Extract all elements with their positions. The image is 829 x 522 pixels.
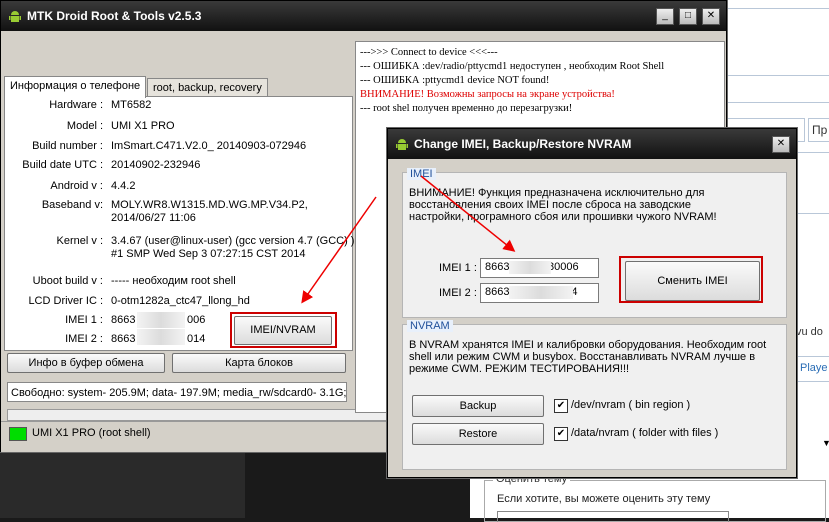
imei1-input-start: 8663: [485, 261, 510, 273]
imei2-label: IMEI 2 :: [439, 287, 477, 299]
rate-topic-group: Оценить тему Если хотите, вы можете оцен…: [484, 473, 826, 522]
value-imei1-end: 006: [187, 314, 206, 326]
bg-button-label: Пр: [812, 123, 828, 137]
value-imei1-start: 8663: [111, 314, 136, 326]
data-nvram-label: /data/nvram ( folder with files ): [571, 427, 719, 439]
free-space-field: Свободно: system- 205.9M; data- 197.9M; …: [7, 382, 347, 402]
value-model: UMI X1 PRO: [111, 120, 175, 132]
value-build-date: 20140902-232946: [111, 159, 201, 171]
bg-frame-top: [725, 0, 829, 9]
change-imei-dialog: Change IMEI, Backup/Restore NVRAM ✕ IMEI…: [387, 128, 797, 478]
imei-warning-text: ВНИМАНИЕ! Функция предназначена исключит…: [409, 187, 717, 223]
status-indicator: [9, 427, 27, 441]
log-line: --- ОШИБКА :dev/radio/pttycmd1 недоступе…: [360, 61, 665, 72]
imei2-input-redaction: [509, 286, 573, 299]
minimize-button[interactable]: _: [656, 8, 674, 25]
log-line: --->>> Connect to device <<<---: [360, 47, 498, 58]
imei2-redaction: [137, 329, 185, 345]
android-icon: [9, 11, 21, 22]
highlight-change-imei: [619, 256, 763, 303]
value-baseband-2: 2014/06/27 11:06: [111, 212, 196, 224]
bg-link: Playe: [800, 362, 828, 374]
label-hardware: Hardware :: [49, 99, 103, 111]
highlight-imei-nvram: [230, 312, 337, 348]
value-kernel-1: 3.4.67 (user@linux-user) (gcc version 4.…: [111, 235, 355, 247]
label-imei1: IMEI 1 :: [65, 314, 103, 326]
bg-button[interactable]: Пр: [808, 118, 829, 142]
data-nvram-checkbox[interactable]: ✔: [554, 427, 568, 441]
rate-select[interactable]: [497, 511, 729, 522]
value-imei2-start: 8663: [111, 333, 136, 345]
dialog-title-bar[interactable]: Change IMEI, Backup/Restore NVRAM ✕: [388, 129, 796, 159]
value-android: 4.4.2: [111, 180, 136, 192]
value-kernel-2: #1 SMP Wed Sep 3 07:27:15 CST 2014: [111, 248, 306, 260]
tab-root-backup-recovery[interactable]: root, backup, recovery: [147, 78, 268, 98]
close-button[interactable]: ✕: [702, 8, 720, 25]
maximize-button[interactable]: □: [679, 8, 697, 25]
imei1-label: IMEI 1 :: [439, 262, 477, 274]
label-model: Model :: [66, 120, 103, 132]
imei2-input-start: 8663: [485, 286, 510, 298]
dev-nvram-checkbox[interactable]: ✔: [554, 399, 568, 413]
log-line: --- ОШИБКА :pttycmd1 device NOT found!: [360, 75, 550, 86]
main-title-bar[interactable]: MTK Droid Root & Tools v2.5.3 _ □ ✕: [1, 1, 726, 31]
tab-phone-info[interactable]: Информация о телефоне: [4, 76, 147, 98]
label-imei2: IMEI 2 :: [65, 333, 103, 345]
label-build-number: Build number :: [32, 140, 103, 152]
main-window-title: MTK Droid Root & Tools v2.5.3: [27, 9, 202, 23]
restore-button[interactable]: Restore: [412, 423, 544, 445]
bg-panel: [795, 152, 829, 214]
nvram-info-text: В NVRAM хранятся IMEI и калибровки обору…: [409, 339, 767, 375]
bg-input-box: [725, 75, 829, 103]
value-build-number: ImSmart.C471.V2.0_ 20140903-072946: [111, 140, 307, 152]
dialog-close-button[interactable]: ✕: [772, 136, 790, 153]
dev-nvram-label: /dev/nvram ( bin region ): [571, 399, 691, 411]
label-uboot: Uboot build v :: [32, 275, 103, 287]
clipboard-info-button[interactable]: Инфо в буфер обмена: [7, 353, 165, 373]
backup-button[interactable]: Backup: [412, 395, 544, 417]
bg-link-box[interactable]: Playe: [795, 356, 829, 382]
bg-dropdown-arrow-icon[interactable]: ▼: [822, 438, 829, 448]
value-imei2-end: 014: [187, 333, 206, 345]
value-uboot: ----- необходим root shell: [111, 275, 236, 287]
imei1-input-redaction: [509, 261, 551, 274]
value-lcd-driver: 0-otm1282a_ctc47_llong_hd: [111, 295, 250, 307]
bg-text-fragment: vu do: [796, 326, 823, 338]
label-kernel: Kernel v :: [56, 235, 103, 247]
dialog-title: Change IMEI, Backup/Restore NVRAM: [414, 137, 632, 151]
nvram-group-title: NVRAM: [407, 320, 453, 332]
label-android: Android v :: [50, 180, 103, 192]
block-map-button[interactable]: Карта блоков: [172, 353, 346, 373]
imei1-input-end: 80006: [548, 261, 579, 273]
nvram-group: NVRAM В NVRAM хранятся IMEI и калибровки…: [402, 320, 787, 470]
log-line: --- root shel получен временно до переза…: [360, 103, 573, 114]
log-line-warning: ВНИМАНИЕ! Возможны запросы на экране уст…: [360, 89, 615, 100]
android-icon: [396, 139, 408, 150]
rate-topic-text: Если хотите, вы можете оценить эту тему: [497, 493, 711, 505]
desktop-background: [0, 452, 245, 518]
value-hardware: MT6582: [111, 99, 152, 111]
imei-group: IMEI ВНИМАНИЕ! Функция предназначена иск…: [402, 168, 787, 318]
status-text: UMI X1 PRO (root shell): [32, 427, 151, 439]
label-lcd-driver: LCD Driver IC :: [28, 295, 103, 307]
label-baseband: Baseband v:: [41, 199, 103, 211]
value-baseband-1: MOLY.WR8.W1315.MD.WG.MP.V34.P2,: [111, 199, 308, 211]
imei1-redaction: [137, 312, 185, 328]
imei-group-title: IMEI: [407, 168, 436, 180]
label-build-date: Build date UTC :: [22, 159, 103, 171]
